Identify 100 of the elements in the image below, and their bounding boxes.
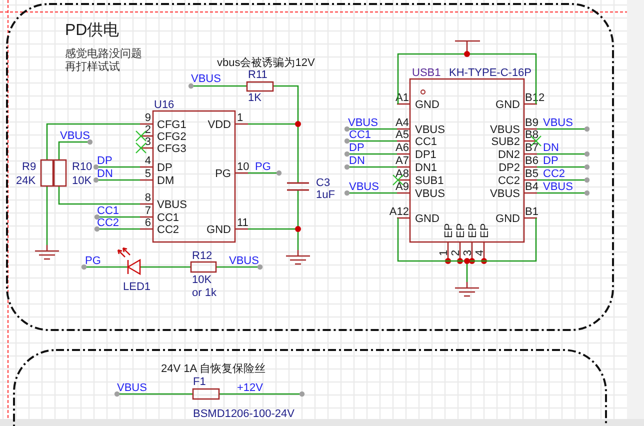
fuse-symbol (192, 388, 220, 400)
designator: LED1 (123, 281, 151, 293)
net-label: CC2 (543, 168, 566, 180)
ground-symbol (34, 244, 60, 260)
pin-name: CC2 (157, 224, 180, 236)
connection-point (344, 164, 350, 170)
component-value: BSMD1206-100-24V (193, 408, 295, 420)
pin-line (235, 228, 248, 230)
connection-point (93, 164, 99, 170)
designator: R11 (248, 69, 268, 81)
pin-name: GND (206, 224, 231, 236)
net-label: DN (349, 155, 365, 167)
pin-line (140, 147, 153, 149)
wire (347, 153, 397, 155)
net-label: CC1 (97, 205, 120, 217)
pin-line (140, 135, 153, 137)
designator: R9 (22, 161, 36, 173)
designator: U16 (154, 99, 174, 111)
pin-number: 5 (144, 168, 151, 180)
pin-number: B7 (525, 142, 538, 154)
net-label: PG (85, 255, 101, 267)
pin-name: VBUS (415, 124, 445, 136)
wire (96, 179, 140, 181)
pin-name: VDD (208, 119, 231, 131)
connection-point (584, 126, 590, 132)
connection-point (584, 190, 590, 196)
connection-point (344, 190, 350, 196)
net-label: VBUS (349, 181, 379, 193)
connection-point (584, 177, 590, 183)
pin-line (140, 216, 153, 218)
component-value: or 1k (192, 287, 216, 299)
pin-number: A9 (396, 181, 409, 193)
net-label: CC1 (349, 129, 372, 141)
component-value: 10K (72, 175, 92, 187)
pin-line (397, 179, 410, 181)
pin-name: VBUS (415, 188, 445, 200)
pin-name: CC1 (157, 212, 180, 224)
junction-dot (445, 258, 451, 264)
component-value: 1K (248, 92, 262, 104)
pin-number: 7 (144, 205, 151, 217)
pin-name: DP1 (415, 149, 436, 161)
net-label: CC2 (97, 217, 120, 229)
connection-point (87, 139, 93, 145)
pin-line (140, 179, 153, 181)
pin-number: 9 (144, 112, 151, 124)
pin-name: SUB2 (491, 136, 520, 148)
pin-line (397, 166, 410, 168)
wire (96, 166, 140, 168)
wire (97, 216, 140, 218)
pin-number: 3 (144, 136, 151, 148)
pin-name: DP2 (498, 162, 520, 174)
net-label: PG (255, 161, 271, 173)
wire (347, 140, 397, 142)
pin-line (397, 217, 410, 219)
pin-number: A7 (396, 155, 409, 167)
resistor-symbol (246, 81, 274, 92)
pin-number: B8 (525, 129, 538, 141)
pin-number: A5 (396, 129, 409, 141)
pin-line (447, 242, 449, 261)
designator: F1 (193, 376, 206, 388)
pin-name: DM (157, 175, 174, 187)
connection-point (584, 151, 590, 157)
connection-point (276, 170, 282, 176)
note-text: 24V 1A 自恢复保险丝 (161, 363, 266, 375)
resistor-symbol (53, 159, 67, 187)
pin-number: A6 (396, 142, 409, 154)
pin-number: 8 (144, 192, 151, 204)
designator: USB1 (412, 67, 441, 79)
pin-name: CC2 (498, 175, 520, 187)
pin-name: EP (467, 223, 479, 238)
connection-point (94, 214, 100, 220)
pin-number: 4 (144, 155, 151, 167)
pin-line (140, 123, 153, 125)
pin-number: 2 (450, 250, 462, 256)
wire (97, 228, 140, 230)
pin-name: CFG3 (157, 143, 186, 155)
ground-symbol (285, 249, 311, 265)
pin-name: EP (455, 223, 467, 238)
net-label: VBUS (543, 181, 573, 193)
pin-name: CC1 (415, 136, 438, 148)
pin-line (524, 166, 537, 168)
wire (191, 85, 247, 87)
junction-dot (295, 226, 301, 232)
connection-point (344, 126, 350, 132)
pin-name: CFG2 (157, 131, 186, 143)
pin-line (397, 153, 410, 155)
led-symbol (117, 247, 141, 276)
junction-dot (481, 258, 487, 264)
pin-name: GND (415, 213, 440, 225)
pin-line (524, 128, 537, 130)
net-label: VBUS (191, 73, 221, 85)
net-label: VBUS (117, 382, 147, 394)
pin-line (397, 192, 410, 194)
junction-dot (464, 51, 470, 57)
net-label: VBUS (543, 117, 573, 129)
net-label: DN (97, 168, 113, 180)
connection-point (81, 264, 87, 270)
pin-name: DN1 (415, 162, 438, 174)
pin-number: B5 (525, 168, 538, 180)
wire (537, 166, 587, 168)
